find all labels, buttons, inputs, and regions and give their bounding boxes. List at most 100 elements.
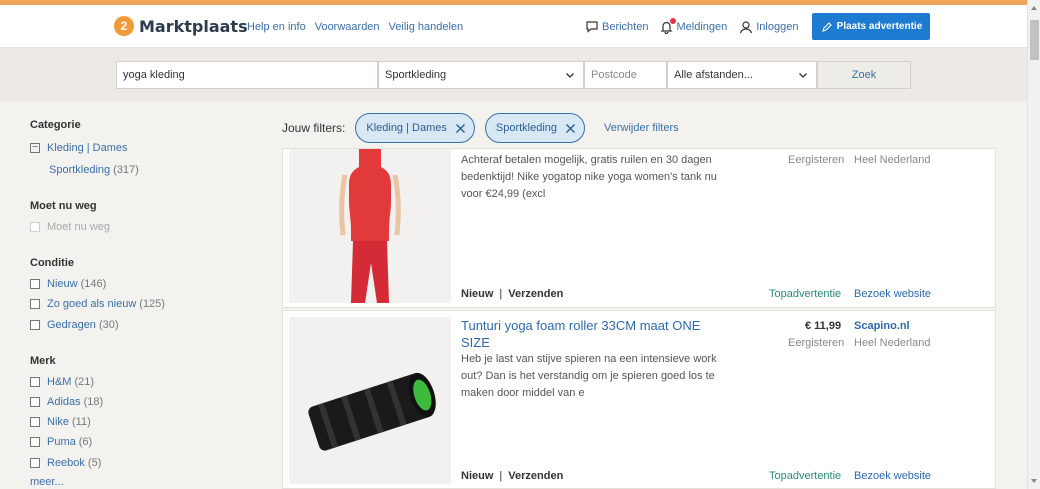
page-scrollbar[interactable] (1027, 0, 1040, 489)
conditie-title: Conditie (30, 257, 74, 269)
merk-option-adidas[interactable]: Adidas (18) (30, 396, 103, 408)
logo-mark-icon: 2 (114, 16, 134, 36)
listing-promo-badge: Topadvertentie (769, 470, 842, 482)
distance-select[interactable]: Alle afstanden... (667, 61, 817, 89)
category-select[interactable]: Sportkleding (378, 61, 584, 89)
conditie-option-zo-goed-als-nieuw[interactable]: Zo goed als nieuw (125) (30, 298, 165, 310)
listing-tags: Nieuw | Verzenden (461, 288, 563, 300)
option-label: Zo goed als nieuw (47, 298, 137, 310)
scroll-up-icon[interactable] (1031, 6, 1037, 10)
category-parent-label: Kleding | Dames (47, 142, 128, 154)
option-count: (125) (139, 298, 165, 310)
option-count: (30) (98, 319, 119, 331)
option-label: Nike (47, 416, 70, 428)
search-bar: yoga kleding Sportkleding Postcode Alle … (0, 48, 1027, 102)
checkbox[interactable] (30, 279, 40, 289)
option-count: (146) (80, 278, 107, 290)
chevron-down-icon (566, 73, 574, 78)
tag-shipping: Verzenden (508, 470, 564, 482)
merk-more-link[interactable]: meer... (30, 476, 64, 488)
categorie-title: Categorie (30, 119, 81, 131)
listing-title[interactable]: Tunturi yoga foam roller 33CM maat ONE S… (461, 317, 721, 351)
tag-separator: | (499, 470, 503, 482)
checkbox[interactable] (30, 397, 40, 407)
listing-location: Heel Nederland (854, 154, 931, 166)
option-count: (21) (74, 376, 95, 388)
merk-option-puma[interactable]: Puma (6) (30, 436, 92, 448)
option-count: (11) (72, 416, 91, 428)
collapse-icon[interactable]: − (30, 143, 40, 153)
checkbox[interactable] (30, 417, 40, 427)
listing-promo-badge: Topadvertentie (769, 288, 842, 300)
chip-label: Kleding | Dames (366, 122, 447, 134)
option-count: (18) (83, 396, 104, 408)
visit-website-link[interactable]: Bezoek website (854, 288, 931, 300)
close-icon[interactable] (455, 123, 466, 134)
nav-help[interactable]: Help en info (247, 21, 306, 33)
conditie-option-nieuw[interactable]: Nieuw (146) (30, 278, 106, 290)
nav-veilig-handelen[interactable]: Veilig handelen (389, 21, 464, 33)
checkbox (30, 222, 40, 232)
logo[interactable]: 2 Marktplaats (114, 16, 248, 36)
logo-text: Marktplaats (139, 16, 248, 36)
listing-card[interactable]: Tunturi yoga foam roller 33CM maat ONE S… (282, 310, 996, 489)
tag-separator: | (499, 288, 503, 300)
login-link[interactable]: Inloggen (739, 20, 798, 34)
listing-seller[interactable]: Scapino.nl (854, 320, 910, 332)
option-count: (6) (78, 436, 93, 448)
chevron-down-icon (799, 73, 807, 78)
close-icon[interactable] (565, 123, 576, 134)
merk-option-nike[interactable]: Nike (11) (30, 416, 91, 428)
conditie-option-gedragen[interactable]: Gedragen (30) (30, 319, 119, 331)
header-actions: Berichten Meldingen Inloggen Plaats adve… (585, 13, 931, 40)
listing-image[interactable] (289, 149, 451, 303)
postcode-input[interactable]: Postcode (584, 61, 667, 89)
messages-link[interactable]: Berichten (585, 20, 648, 33)
messages-label: Berichten (602, 20, 649, 33)
user-icon (740, 20, 753, 33)
search-button[interactable]: Zoek (817, 61, 911, 89)
listing-tags: Nieuw | Verzenden (461, 470, 563, 482)
nav-voorwaarden[interactable]: Voorwaarden (315, 21, 380, 33)
option-label: Gedragen (47, 319, 96, 331)
moet-nu-weg-label: Moet nu weg (47, 221, 110, 233)
scroll-thumb[interactable] (1030, 20, 1039, 60)
scroll-down-icon[interactable] (1031, 479, 1037, 483)
option-label: Adidas (47, 396, 81, 408)
filter-chip-sportkleding[interactable]: Sportkleding (484, 113, 586, 143)
category-child[interactable]: Sportkleding (317) (49, 164, 139, 176)
option-label: Reebok (47, 457, 85, 469)
notifications-label: Meldingen (676, 20, 728, 33)
filter-chip-kleding-dames[interactable]: Kleding | Dames (355, 113, 475, 143)
notifications-link[interactable]: Meldingen (660, 17, 728, 34)
category-parent[interactable]: − Kleding | Dames (30, 142, 128, 154)
place-ad-label: Plaats advertentie (836, 21, 923, 32)
option-label: Puma (47, 436, 76, 448)
clear-filters-link[interactable]: Verwijder filters (604, 122, 679, 134)
category-select-value: Sportkleding (385, 69, 447, 81)
distance-select-value: Alle afstanden... (674, 69, 753, 81)
tag-condition: Nieuw (461, 288, 494, 300)
checkbox[interactable] (30, 320, 40, 330)
checkbox[interactable] (30, 458, 40, 468)
place-ad-button[interactable]: Plaats advertentie (812, 13, 931, 40)
visit-website-link[interactable]: Bezoek website (854, 470, 931, 482)
listing-card[interactable]: Achteraf betalen mogelijk, gratis ruilen… (282, 148, 996, 308)
moet-nu-weg-option: Moet nu weg (30, 221, 110, 233)
checkbox[interactable] (30, 299, 40, 309)
search-input[interactable]: yoga kleding (116, 61, 378, 89)
listing-description: Achteraf betalen mogelijk, gratis ruilen… (461, 154, 717, 200)
checkbox[interactable] (30, 377, 40, 387)
merk-option-reebok[interactable]: Reebok (5) (30, 457, 101, 469)
chat-icon (586, 21, 598, 33)
listing-image[interactable] (289, 317, 451, 484)
category-child-label: Sportkleding (49, 164, 111, 176)
listing-description: Heb je last van stijve spieren na een in… (461, 353, 717, 399)
checkbox[interactable] (30, 437, 40, 447)
option-label: H&M (47, 376, 72, 388)
pencil-icon (821, 21, 832, 32)
foam-roller-image (289, 317, 451, 484)
listing-price: € 11,99 (805, 320, 842, 332)
option-count: (5) (87, 457, 102, 469)
merk-option-hm[interactable]: H&M (21) (30, 376, 94, 388)
